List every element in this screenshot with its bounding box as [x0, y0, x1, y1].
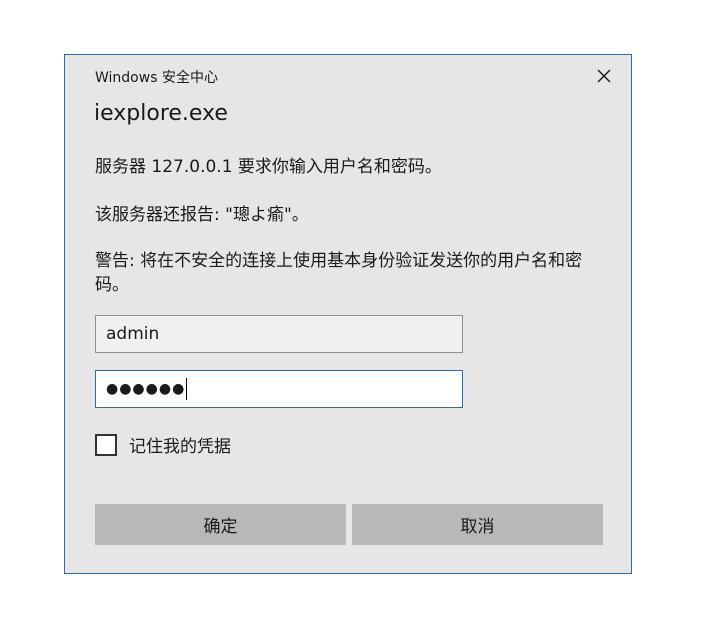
ok-button[interactable]: 确定: [95, 504, 346, 545]
remember-credentials[interactable]: 记住我的凭据: [95, 432, 231, 457]
dialog-title: Windows 安全中心: [95, 70, 218, 86]
app-name: iexplore.exe: [94, 101, 228, 126]
remember-label: 记住我的凭据: [129, 437, 231, 457]
credential-dialog: Windows 安全中心 iexplore.exe 服务器 127.0.0.1 …: [64, 54, 632, 574]
text-caret: [186, 378, 188, 400]
close-icon: [597, 69, 611, 83]
password-input[interactable]: ●●●●●●: [95, 370, 463, 408]
cancel-button[interactable]: 取消: [352, 504, 603, 545]
warning-message: 警告: 将在不安全的连接上使用基本身份验证发送你的用户名和密码。: [95, 251, 583, 295]
close-button[interactable]: [595, 67, 613, 85]
server-message: 服务器 127.0.0.1 要求你输入用户名和密码。: [95, 157, 442, 177]
username-input[interactable]: admin: [95, 315, 463, 353]
password-value: ●●●●●●: [106, 381, 186, 397]
remember-checkbox[interactable]: [95, 433, 117, 456]
username-value: admin: [106, 324, 160, 344]
server-report-message: 该服务器还报告: "璁よ瘉"。: [95, 205, 309, 225]
